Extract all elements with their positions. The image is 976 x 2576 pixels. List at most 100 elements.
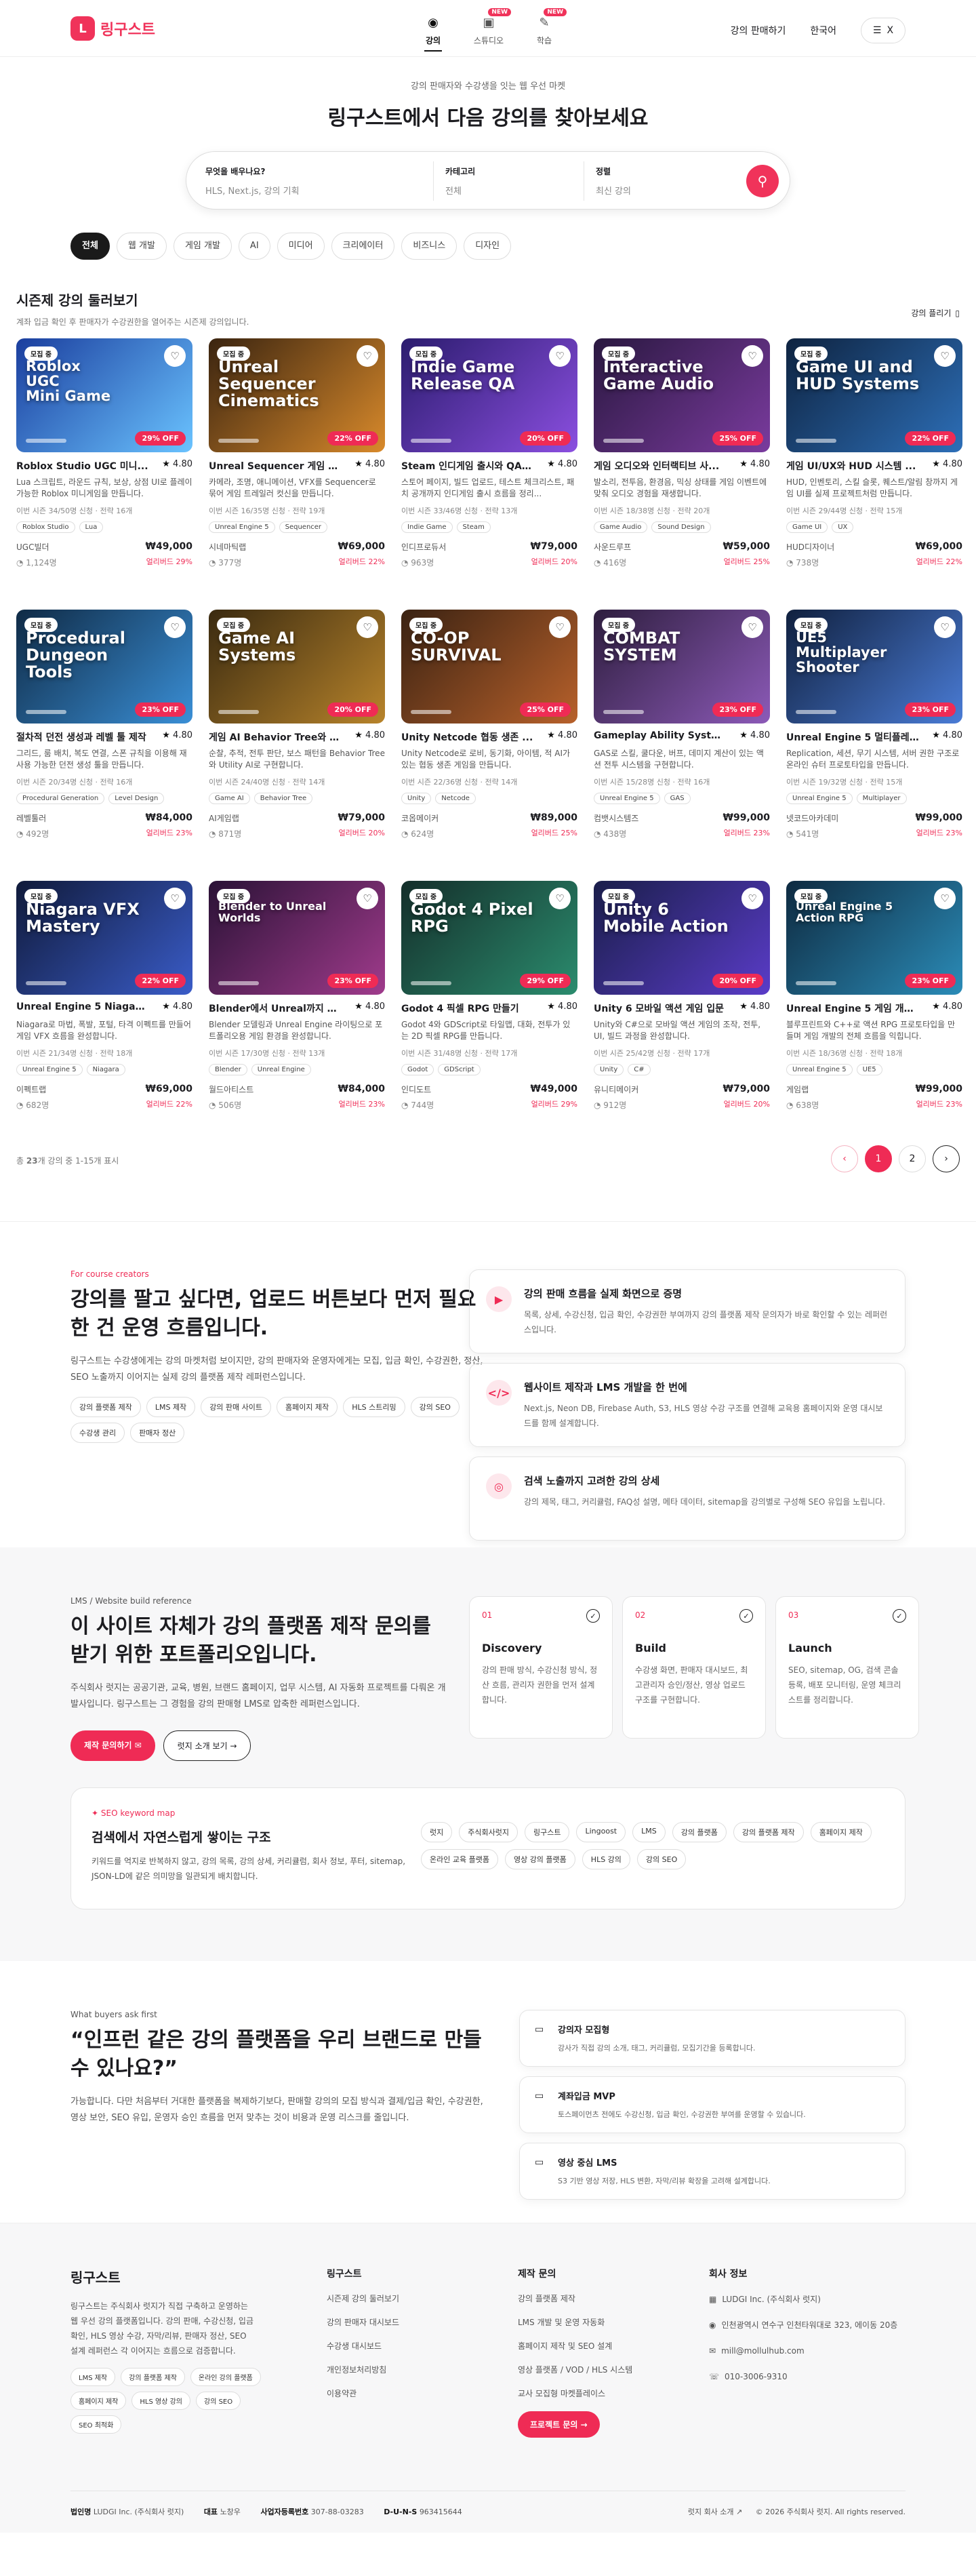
keyword-chip[interactable]: 강의 판매 사이트 xyxy=(201,1397,272,1417)
footer-chip[interactable]: 홈페이지 제작 xyxy=(70,2392,127,2410)
course-tag[interactable]: Sound Design xyxy=(651,521,711,533)
seo-keyword-chip[interactable]: 링구스트 xyxy=(524,1822,570,1842)
course-tag[interactable]: Unreal Engine 5 xyxy=(209,521,275,533)
nav-item-learn[interactable]: ✎ NEW 학습 xyxy=(526,8,567,50)
logo[interactable]: L 링구스트 xyxy=(70,16,155,41)
keyword-chip[interactable]: HLS 스트리밍 xyxy=(343,1397,405,1417)
course-tag[interactable]: UX xyxy=(832,521,854,533)
category-chip[interactable]: AI xyxy=(238,233,270,260)
course-card[interactable]: CO-OP SURVIVAL 모집 중 ♡ 25% OFF Unity Netcode … xyxy=(401,610,577,862)
footer-link[interactable]: 이용약관 xyxy=(327,2387,399,2399)
footer-link[interactable]: 홈페이지 제작 및 SEO 설계 xyxy=(518,2340,632,2352)
course-card[interactable]: Procedural Dungeon Tools 모집 중 ♡ 23% OFF 절차적 … xyxy=(16,610,192,862)
seo-keyword-chip[interactable]: Lingoost xyxy=(576,1822,626,1842)
footer-link[interactable]: LMS 개발 및 운영 자동화 xyxy=(518,2316,632,2328)
course-tag[interactable]: Unity xyxy=(401,793,432,804)
seo-keyword-chip[interactable]: 강의 플랫폼 xyxy=(672,1822,727,1842)
course-tag[interactable]: Steam xyxy=(456,521,491,533)
course-title[interactable]: Unreal Sequencer 게임 시... xyxy=(209,459,342,473)
course-tag[interactable]: Game AI xyxy=(209,793,250,804)
course-title[interactable]: 게임 AI Behavior Tree와 U... xyxy=(209,730,342,744)
footer-link[interactable]: 강의 판매자 대시보드 xyxy=(327,2316,399,2328)
course-tag[interactable]: Blender xyxy=(209,1064,247,1075)
footer-chip[interactable]: 온라인 강의 플랫폼 xyxy=(190,2368,261,2386)
course-card[interactable]: Game AI Systems 모집 중 ♡ 20% OFF 게임 AI Behavio… xyxy=(209,610,385,862)
category-chip[interactable]: 웹 개발 xyxy=(116,233,167,260)
keyword-chip[interactable]: 강의 SEO xyxy=(410,1397,460,1417)
wishlist-button[interactable]: ♡ xyxy=(934,345,956,367)
course-title[interactable]: Gameplay Ability Syste... xyxy=(594,730,727,741)
course-title[interactable]: Unreal Engine 5 멀티플레... xyxy=(786,730,919,744)
course-tag[interactable]: Game Audio xyxy=(594,521,648,533)
course-tag[interactable]: Unity xyxy=(594,1064,624,1075)
seo-keyword-chip[interactable]: 홈페이지 제작 xyxy=(810,1822,872,1842)
seo-keyword-chip[interactable]: LMS xyxy=(632,1822,666,1842)
keyword-chip[interactable]: 수강생 관리 xyxy=(70,1423,125,1443)
footer-link[interactable]: 교사 모집형 마켓플레이스 xyxy=(518,2387,632,2399)
course-title[interactable]: Unreal Engine 5 게임 개발... xyxy=(786,1002,919,1015)
course-tag[interactable]: Netcode xyxy=(435,793,476,804)
course-tag[interactable]: Unreal Engine 5 xyxy=(594,793,660,804)
prev-page-button[interactable]: ‹ xyxy=(831,1145,858,1172)
course-tag[interactable]: Multiplayer xyxy=(856,793,907,804)
course-card[interactable]: Roblox UGC Mini Game 모집 중 ♡ 29% OFF Roblox S… xyxy=(16,338,192,591)
course-tag[interactable]: C# xyxy=(628,1064,651,1075)
wishlist-button[interactable]: ♡ xyxy=(934,888,956,909)
keyword-chip[interactable]: 홈페이지 제작 xyxy=(277,1397,338,1417)
search-sort-field[interactable]: 정렬 최신 강의 xyxy=(596,165,731,197)
seo-keyword-chip[interactable]: 주식회사럿지 xyxy=(459,1822,518,1842)
seo-keyword-chip[interactable]: 강의 플랫폼 제작 xyxy=(733,1822,804,1842)
course-tag[interactable]: Unreal Engine 5 xyxy=(16,1064,83,1075)
footer-chip[interactable]: 강의 SEO xyxy=(196,2392,241,2410)
search-query-field[interactable]: 무엇을 배우나요? HLS, Next.js, 강의 기획 xyxy=(205,165,429,197)
footer-link[interactable]: 시즌제 강의 둘러보기 xyxy=(327,2293,399,2304)
course-tag[interactable]: UE5 xyxy=(856,1064,882,1075)
course-card[interactable]: Unity 6 Mobile Action 모집 중 ♡ 20% OFF Unity 6… xyxy=(594,881,770,1133)
category-chip[interactable]: 미디어 xyxy=(277,233,325,260)
course-title[interactable]: Unity 6 모바일 액션 게임 입문 xyxy=(594,1002,727,1015)
course-title[interactable]: Unreal Engine 5 Niagara... xyxy=(16,1002,149,1012)
category-chip[interactable]: 디자인 xyxy=(464,233,512,260)
search-button[interactable]: ⚲ xyxy=(746,165,779,197)
menu-button[interactable]: ☰ X xyxy=(861,18,906,43)
sell-course-link[interactable]: 강의 판매하기 xyxy=(731,24,786,37)
course-title[interactable]: 게임 오디오와 인터랙티브 사... xyxy=(594,459,727,473)
next-page-button[interactable]: › xyxy=(933,1145,960,1172)
seo-keyword-chip[interactable]: 강의 SEO xyxy=(636,1849,687,1869)
wishlist-button[interactable]: ♡ xyxy=(164,616,186,638)
course-title[interactable]: Godot 4 픽셀 RPG 만들기 xyxy=(401,1002,534,1015)
category-chip[interactable]: 비즈니스 xyxy=(401,233,458,260)
seo-keyword-chip[interactable]: 럿지 xyxy=(421,1822,453,1842)
keyword-chip[interactable]: 강의 플랫폼 제작 xyxy=(70,1397,141,1417)
category-chip[interactable]: 전체 xyxy=(70,233,110,260)
footer-link[interactable]: 개인정보처리방침 xyxy=(327,2364,399,2375)
course-card[interactable]: Blender to Unreal Worlds 모집 중 ♡ 23% OFF Blen… xyxy=(209,881,385,1133)
footer-link[interactable]: 강의 플랫폼 제작 xyxy=(518,2293,632,2304)
wishlist-button[interactable]: ♡ xyxy=(549,888,571,909)
course-tag[interactable]: Indie Game xyxy=(401,521,453,533)
category-chip[interactable]: 크리에이터 xyxy=(331,233,395,260)
category-chip[interactable]: 게임 개발 xyxy=(173,233,232,260)
course-tag[interactable]: Godot xyxy=(401,1064,434,1075)
contact-button[interactable]: 제작 문의하기 ✉ xyxy=(70,1730,155,1761)
course-title[interactable]: Unity Netcode 협동 생존 ... xyxy=(401,730,534,744)
footer-link[interactable]: 수강생 대시보드 xyxy=(327,2340,399,2352)
course-card[interactable]: COMBAT SYSTEM 모집 중 ♡ 23% OFF Gameplay Abilit… xyxy=(594,610,770,862)
course-tag[interactable]: Sequencer xyxy=(279,521,328,533)
course-tag[interactable]: Behavior Tree xyxy=(253,793,313,804)
project-inquiry-button[interactable]: 프로젝트 문의 → xyxy=(518,2411,600,2438)
course-title[interactable]: Blender에서 Unreal까지 게... xyxy=(209,1002,342,1015)
footer-chip[interactable]: LMS 제작 xyxy=(70,2368,116,2386)
language-selector[interactable]: 한국어 xyxy=(810,24,836,37)
course-tag[interactable]: Procedural Generation xyxy=(16,793,105,804)
page-button-1[interactable]: 1 xyxy=(865,1145,892,1172)
course-list-toggle[interactable]: 강의 플리기 ▯ xyxy=(911,307,960,319)
course-card[interactable]: Game UI and HUD Systems 모집 중 ♡ 22% OFF 게임 UI… xyxy=(786,338,962,591)
wishlist-button[interactable]: ♡ xyxy=(741,616,763,638)
course-card[interactable]: Unreal Sequencer Cinematics 모집 중 ♡ 22% OFF U… xyxy=(209,338,385,591)
course-tag[interactable]: Niagara xyxy=(86,1064,125,1075)
footer-chip[interactable]: 강의 플랫폼 제작 xyxy=(121,2368,185,2386)
keyword-chip[interactable]: 판매자 정산 xyxy=(130,1423,185,1443)
course-card[interactable]: UE5 Multiplayer Shooter 모집 중 ♡ 23% OFF Unrea… xyxy=(786,610,962,862)
wishlist-button[interactable]: ♡ xyxy=(549,345,571,367)
